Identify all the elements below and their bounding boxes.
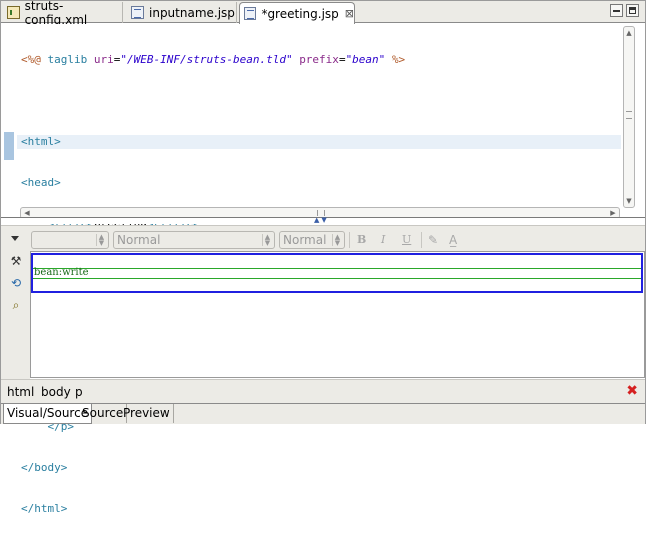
jsp-file-icon (244, 7, 257, 20)
editor-ruler (2, 24, 16, 210)
jsp-file-icon (131, 6, 144, 19)
refresh-icon[interactable]: ⟲ (9, 276, 23, 290)
code-line: <%@ taglib uri="/WEB-INF/struts-bean.tld… (21, 53, 406, 67)
size-combo-value: Normal (283, 233, 327, 247)
window-controls (610, 4, 639, 17)
format-combo-value: Normal (117, 233, 161, 247)
tab-label: *greeting.jsp (261, 6, 339, 21)
underline-button[interactable]: U (402, 233, 411, 246)
tools-icon[interactable]: ⚒ (9, 254, 23, 268)
tab-greeting[interactable]: *greeting.jsp ⊠ (239, 2, 355, 24)
source-editor[interactable]: <%@ taglib uri="/WEB-INF/struts-bean.tld… (2, 24, 645, 515)
spinner-icon[interactable]: ▲ ▼ (332, 234, 342, 247)
delete-icon[interactable]: ✖ (626, 384, 638, 398)
editor-tab-bar: struts-config.xml inputname.jsp *greetin… (1, 0, 645, 27)
style-combo[interactable]: ▲ ▼ (31, 231, 109, 249)
visual-editor[interactable]: bean:write (30, 251, 645, 378)
format-combo[interactable]: Normal ▲ ▼ (113, 231, 275, 249)
vertical-scrollbar[interactable]: ▲ ▼ (623, 26, 635, 208)
tab-label: struts-config.xml (24, 0, 88, 27)
selected-element-box[interactable]: bean:write (31, 253, 643, 293)
toolbar-menu-icon[interactable] (11, 236, 19, 241)
bold-button[interactable]: B (357, 233, 366, 246)
element-outline (33, 268, 641, 279)
italic-button[interactable]: I (381, 233, 385, 246)
code-line: <html> (21, 134, 61, 148)
spinner-icon[interactable]: ▲ ▼ (262, 234, 272, 247)
maximize-button[interactable] (626, 4, 639, 17)
breadcrumb-item[interactable]: body (41, 385, 71, 399)
tab-label: inputname.jsp (149, 5, 235, 20)
scroll-down-icon[interactable]: ▼ (625, 196, 633, 206)
element-label: bean:write (34, 267, 89, 278)
spinner-icon[interactable]: ▲ ▼ (96, 234, 106, 247)
toolbar-separator (421, 232, 422, 248)
font-color-icon[interactable]: A̲ (449, 233, 457, 247)
background-color-icon[interactable]: ✎ (428, 233, 438, 247)
tab-struts-config[interactable]: struts-config.xml (3, 0, 123, 27)
toolbar-separator (349, 232, 350, 248)
visual-side-toolbar: ⚒ ⟲ ⌕ (1, 251, 30, 379)
breadcrumb-item[interactable]: html (7, 385, 34, 399)
preview-find-icon[interactable]: ⌕ (9, 298, 23, 312)
minimize-button[interactable] (610, 4, 623, 17)
format-toolbar: ▲ ▼ Normal ▲ ▼ Normal ▲ ▼ B I U ✎ A̲ (1, 225, 645, 251)
close-tab-icon[interactable]: ⊠ (345, 7, 354, 20)
code-line: </html> (21, 501, 68, 515)
editor-mode-tabs: Visual/Source Source Preview (1, 403, 645, 424)
ruler-highlight (4, 132, 14, 160)
tab-inputname[interactable]: inputname.jsp (127, 2, 237, 23)
pane-splitter[interactable]: ▲▼ (1, 216, 645, 224)
tab-preview[interactable]: Preview (120, 404, 174, 423)
breadcrumb-item[interactable]: p (75, 385, 83, 399)
scroll-up-icon[interactable]: ▲ (625, 28, 633, 38)
breadcrumb: html body p ✖ (1, 379, 645, 403)
code-line: <head> (21, 175, 61, 189)
code-line: </body> (21, 461, 68, 474)
splitter-arrows-icon[interactable]: ▲▼ (314, 216, 329, 224)
editor-window: struts-config.xml inputname.jsp *greetin… (0, 0, 646, 515)
xml-file-icon (7, 6, 20, 19)
size-combo[interactable]: Normal ▲ ▼ (279, 231, 345, 249)
scroll-grip-icon[interactable] (626, 111, 632, 119)
